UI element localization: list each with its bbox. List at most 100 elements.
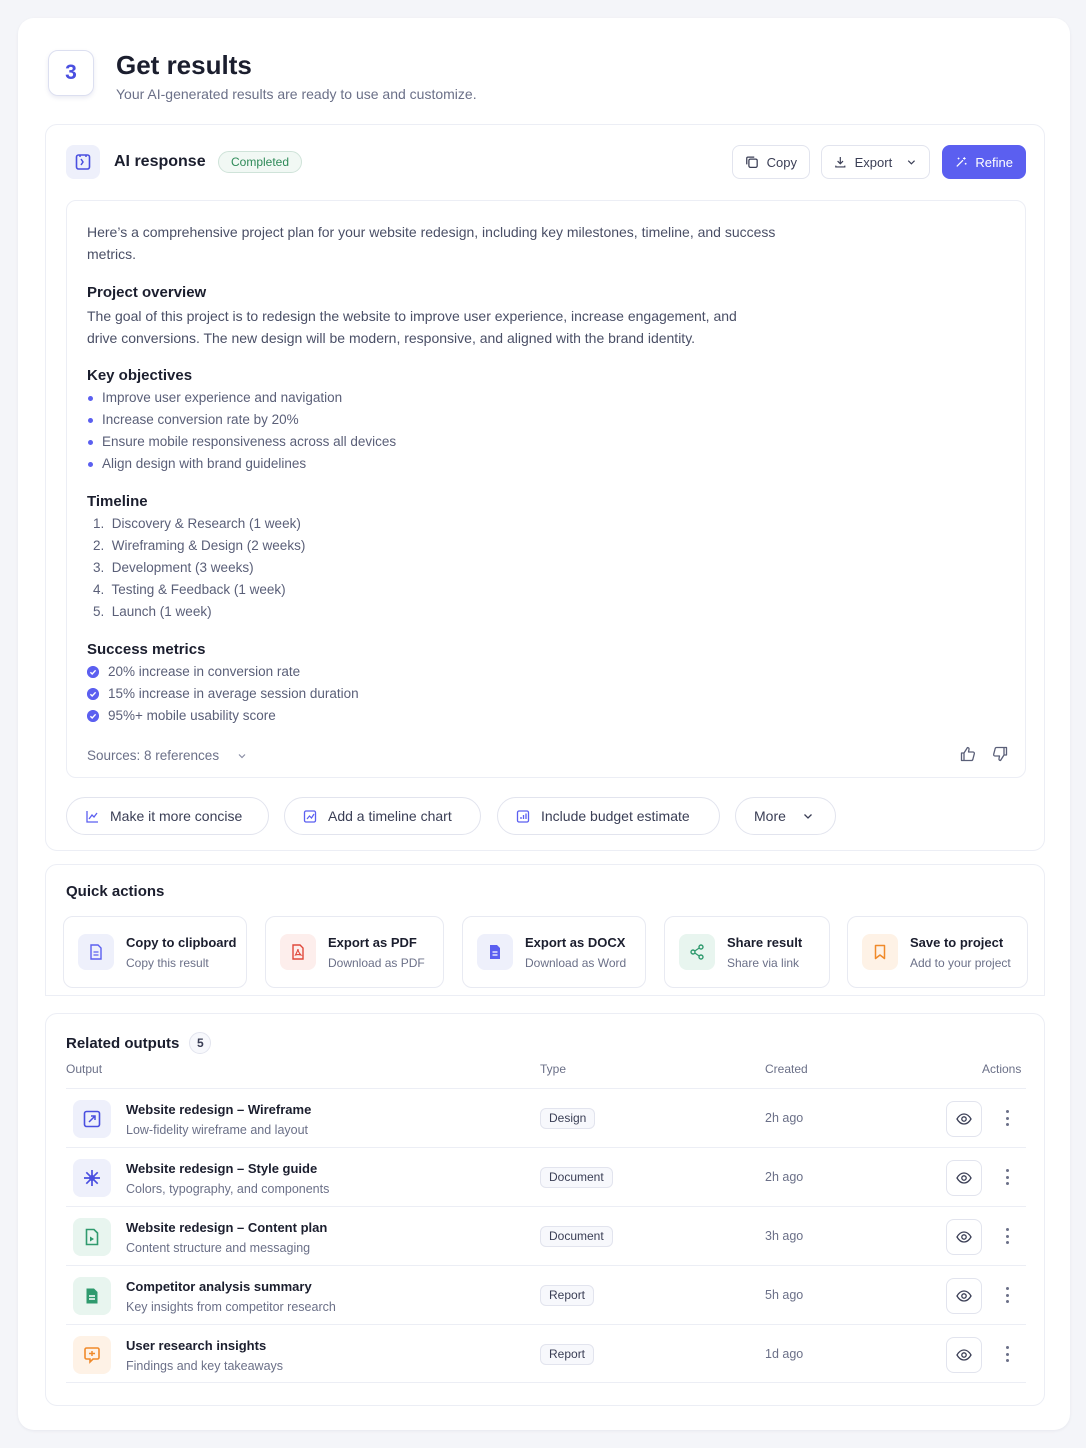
- quick-action-title: Share result: [727, 934, 803, 950]
- related-outputs-card: Related outputs 5 Output Type Created Ac…: [45, 1013, 1045, 1406]
- metric-text: 15% increase in average session duration: [108, 686, 359, 701]
- wireframe-icon: [73, 1100, 111, 1138]
- output-subtitle: Low-fidelity wireframe and layout: [126, 1123, 309, 1137]
- view-button[interactable]: [946, 1160, 982, 1196]
- overview-text: The goal of this project is to redesign …: [87, 308, 737, 346]
- magic-wand-icon: [956, 157, 967, 167]
- objectives-list: Improve user experience and navigation I…: [87, 387, 787, 475]
- quick-actions-card: Quick actions Copy to clipboard Copy this…: [45, 864, 1045, 996]
- more-options-icon[interactable]: [1002, 1166, 1012, 1188]
- table-row[interactable]: Competitor analysis summary Key insights…: [66, 1265, 1026, 1324]
- more-options-icon[interactable]: [1002, 1225, 1012, 1247]
- list-item: 3. Development (3 weeks): [93, 560, 254, 575]
- ai-document-icon: [66, 145, 100, 179]
- output-title: Website redesign – Content plan: [126, 1220, 328, 1235]
- table-row[interactable]: User research insights Findings and key …: [66, 1324, 1026, 1383]
- quick-action-copy[interactable]: Copy to clipboard Copy this result: [63, 916, 247, 988]
- sources-label: Sources: 8 references: [87, 748, 220, 763]
- suggestion-budget[interactable]: Include budget estimate: [497, 797, 720, 835]
- response-intro: Here’s a comprehensive project plan for …: [87, 224, 776, 262]
- suggestion-concise[interactable]: Make it more concise: [66, 797, 269, 835]
- output-subtitle: Content structure and messaging: [126, 1241, 311, 1255]
- table-row[interactable]: Website redesign – Wireframe Low-fidelit…: [66, 1088, 1026, 1147]
- list-item: 15% increase in average session duration: [87, 683, 787, 705]
- view-button[interactable]: [946, 1278, 982, 1314]
- metric-text: 95%+ mobile usability score: [108, 708, 276, 723]
- thumbs-up-icon[interactable]: [959, 745, 977, 763]
- metric-text: 20% increase in conversion rate: [108, 664, 301, 679]
- section-heading-metrics: Success metrics: [87, 641, 206, 658]
- created-time: 2h ago: [765, 1111, 804, 1125]
- created-time: 5h ago: [765, 1288, 804, 1302]
- more-options-icon[interactable]: [1002, 1107, 1012, 1129]
- suggestion-timeline-chart[interactable]: Add a timeline chart: [284, 797, 481, 835]
- type-badge: Report: [540, 1344, 595, 1365]
- share-icon: [679, 934, 715, 970]
- quick-action-title: Export as PDF: [328, 934, 417, 950]
- eye-icon: [956, 1172, 972, 1184]
- ai-response-title: AI response: [114, 153, 206, 170]
- quick-action-share[interactable]: Share result Share via link: [664, 916, 830, 988]
- column-header-actions: Actions: [982, 1062, 1022, 1076]
- table-row[interactable]: Website redesign – Content plan Content …: [66, 1206, 1026, 1265]
- output-title: Competitor analysis summary: [126, 1279, 312, 1294]
- quick-action-subtitle: Download as PDF: [328, 955, 425, 970]
- quick-action-title: Export as DOCX: [525, 934, 626, 950]
- list-item: 95%+ mobile usability score: [87, 705, 787, 727]
- section-heading-overview: Project overview: [87, 284, 207, 301]
- quick-action-export-docx[interactable]: Export as DOCX Download as Word: [462, 916, 646, 988]
- more-options-icon[interactable]: [1002, 1343, 1012, 1365]
- suggestion-more[interactable]: More: [735, 797, 836, 835]
- chart-edit-icon: [303, 809, 317, 823]
- response-content: Here’s a comprehensive project plan for …: [66, 200, 1026, 778]
- copy-button[interactable]: Copy: [732, 145, 810, 179]
- created-time: 1d ago: [765, 1347, 804, 1361]
- list-item: 5. Launch (1 week): [93, 604, 212, 619]
- list-item: Align design with brand guidelines: [87, 453, 787, 475]
- chevron-down-icon: [238, 753, 246, 758]
- view-button[interactable]: [946, 1219, 982, 1255]
- view-button[interactable]: [946, 1101, 982, 1137]
- thumbs-down-icon[interactable]: [991, 745, 1009, 763]
- created-time: 3h ago: [765, 1229, 804, 1243]
- eye-icon: [956, 1349, 972, 1361]
- output-subtitle: Colors, typography, and components: [126, 1182, 330, 1196]
- suggestion-label: Add a timeline chart: [328, 808, 452, 824]
- output-title: Website redesign – Wireframe: [126, 1102, 312, 1117]
- timeline-list: 1. Discovery & Research (1 week) 2. Wire…: [87, 513, 787, 623]
- quick-action-export-pdf[interactable]: Export as PDF Download as PDF: [265, 916, 444, 988]
- column-header-created: Created: [765, 1062, 808, 1076]
- related-outputs-title: Related outputs 5: [66, 1032, 212, 1054]
- refine-button[interactable]: Refine: [942, 145, 1026, 179]
- sources-toggle[interactable]: Sources: 8 references: [87, 748, 247, 763]
- budget-chart-icon: [516, 809, 530, 823]
- output-subtitle: Findings and key takeaways: [126, 1359, 284, 1373]
- metrics-list: 20% increase in conversion rate 15% incr…: [87, 661, 787, 727]
- copy-icon: [746, 156, 758, 168]
- word-doc-icon: [477, 934, 513, 970]
- status-badge: Completed: [218, 151, 303, 173]
- list-item: Ensure mobile responsiveness across all …: [87, 431, 787, 453]
- report-icon: [73, 1277, 111, 1315]
- export-label: Export: [854, 154, 893, 170]
- insight-icon: [73, 1336, 111, 1374]
- view-button[interactable]: [946, 1337, 982, 1373]
- more-options-icon[interactable]: [1002, 1284, 1012, 1306]
- column-header-type: Type: [540, 1062, 567, 1076]
- related-title-text: Related outputs: [66, 1034, 180, 1052]
- refine-label: Refine: [975, 154, 1013, 170]
- quick-action-save[interactable]: Save to project Add to your project: [847, 916, 1028, 988]
- quick-action-subtitle: Share via link: [727, 955, 800, 970]
- quick-actions-title: Quick actions: [66, 883, 165, 900]
- download-icon: [835, 157, 846, 168]
- feedback-buttons: [959, 745, 1009, 763]
- export-button[interactable]: Export: [821, 145, 930, 179]
- count-badge: 5: [189, 1032, 212, 1054]
- column-header-output: Output: [66, 1062, 103, 1076]
- table-row[interactable]: Website redesign – Style guide Colors, t…: [66, 1147, 1026, 1206]
- check-circle-icon: [87, 688, 99, 700]
- eye-icon: [956, 1231, 972, 1243]
- section-heading-timeline: Timeline: [87, 493, 148, 510]
- chevron-down-icon: [908, 160, 916, 165]
- list-item: 1. Discovery & Research (1 week): [93, 516, 301, 531]
